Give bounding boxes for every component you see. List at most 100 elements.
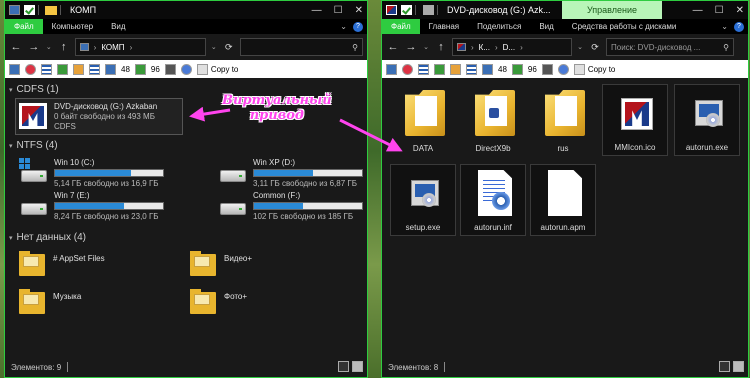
small-icons-icon[interactable] bbox=[482, 63, 493, 75]
group-header-nodata[interactable]: ▾ Нет данных (4) bbox=[9, 232, 86, 243]
icon-size-48[interactable]: 48 bbox=[498, 65, 507, 74]
icon-size-48[interactable]: 48 bbox=[121, 65, 130, 74]
file-item[interactable]: autorun.apm bbox=[530, 164, 596, 236]
drive-item[interactable]: Win 10 (C:) 5,14 ГБ свободно из 16,9 ГБ bbox=[19, 158, 169, 190]
search-input[interactable] bbox=[611, 42, 724, 52]
content-view-icon[interactable] bbox=[466, 63, 477, 75]
list-view-icon[interactable] bbox=[450, 63, 461, 75]
chevron-right-icon[interactable]: › bbox=[495, 43, 498, 52]
breadcrumb-komp[interactable]: КОМП bbox=[101, 43, 124, 52]
file-item[interactable]: autorun.exe bbox=[674, 84, 740, 156]
refresh-icon[interactable]: ⟳ bbox=[588, 42, 602, 53]
address-bar[interactable]: › К... › D... › bbox=[452, 38, 572, 56]
properties-icon[interactable] bbox=[401, 5, 412, 15]
large-icons-icon[interactable] bbox=[511, 63, 523, 75]
icon-size-96[interactable]: 96 bbox=[151, 65, 160, 74]
dvd-drive-icon[interactable] bbox=[386, 5, 397, 15]
close-icon[interactable]: ✕ bbox=[736, 5, 744, 16]
search-box[interactable]: ⚲ bbox=[239, 38, 363, 56]
expand-ribbon-icon[interactable]: ⌄ bbox=[340, 22, 347, 31]
tiles-view-icon[interactable] bbox=[57, 63, 68, 75]
details-view-button[interactable] bbox=[338, 361, 349, 372]
new-folder-icon[interactable] bbox=[45, 5, 57, 15]
blank-icon[interactable] bbox=[423, 5, 434, 15]
collapse-icon[interactable]: ▾ bbox=[9, 86, 13, 94]
tab-manage-contextual[interactable]: Управление bbox=[562, 1, 662, 19]
group-header-cdfs[interactable]: ▾ CDFS (1) bbox=[9, 84, 59, 95]
drive-item[interactable]: Common (F:) 102 ГБ свободно из 185 ГБ bbox=[218, 191, 368, 223]
tab-share[interactable]: Поделиться bbox=[468, 19, 530, 34]
address-dropdown-icon[interactable]: ⌄ bbox=[210, 43, 218, 51]
drive-tile-dvd[interactable]: DVD-дисковод (G:) Azkaban 0 байт свободн… bbox=[15, 98, 183, 135]
help-icon[interactable]: ? bbox=[353, 21, 363, 32]
minimize-icon[interactable]: — bbox=[693, 5, 703, 16]
explorer-icon[interactable] bbox=[9, 5, 20, 15]
forward-icon[interactable]: → bbox=[404, 41, 418, 53]
details-view-icon[interactable] bbox=[418, 63, 429, 75]
breadcrumb-dvd[interactable]: D... bbox=[503, 43, 515, 52]
minimize-icon[interactable]: — bbox=[312, 5, 322, 16]
back-icon[interactable]: ← bbox=[9, 41, 23, 53]
tab-drive-tools[interactable]: Средства работы с дисками bbox=[563, 19, 686, 34]
file-item[interactable]: autorun.inf bbox=[460, 164, 526, 236]
upload-icon[interactable] bbox=[180, 63, 192, 75]
title-bar[interactable]: КОМП — ☐ ✕ bbox=[5, 1, 367, 19]
close-icon[interactable]: ✕ bbox=[355, 5, 363, 16]
media-icon[interactable] bbox=[25, 63, 36, 75]
tab-view[interactable]: Вид bbox=[530, 19, 562, 34]
tab-file[interactable]: Файл bbox=[5, 19, 43, 34]
layout-icon[interactable] bbox=[386, 63, 397, 75]
address-bar[interactable]: › КОМП › bbox=[74, 38, 206, 56]
maximize-icon[interactable]: ☐ bbox=[715, 5, 724, 16]
group-header-ntfs[interactable]: ▾ NTFS (4) bbox=[9, 140, 58, 151]
folder-item[interactable]: # AppSet Files bbox=[19, 250, 159, 278]
file-item[interactable]: MMIcon.ico bbox=[602, 84, 668, 156]
file-item[interactable]: DATA bbox=[390, 84, 456, 156]
preview-pane-icon[interactable] bbox=[164, 63, 176, 75]
breadcrumb-komp[interactable]: К... bbox=[479, 43, 490, 52]
preview-pane-icon[interactable] bbox=[541, 63, 553, 75]
drive-item[interactable]: Win XP (D:) 3,11 ГБ свободно из 6,87 ГБ bbox=[218, 158, 368, 190]
copy-to-button[interactable]: Copy to bbox=[573, 63, 615, 75]
help-icon[interactable]: ? bbox=[734, 21, 744, 32]
search-icon[interactable]: ⚲ bbox=[352, 43, 358, 52]
drive-item[interactable]: Win 7 (E:) 8,24 ГБ свободно из 23,0 ГБ bbox=[19, 191, 169, 223]
tab-view[interactable]: Вид bbox=[102, 19, 134, 34]
tab-home[interactable]: Главная bbox=[420, 19, 468, 34]
refresh-icon[interactable]: ⟳ bbox=[222, 42, 236, 53]
upload-icon[interactable] bbox=[557, 63, 569, 75]
details-view-button[interactable] bbox=[719, 361, 730, 372]
media-icon[interactable] bbox=[402, 63, 413, 75]
tiles-view-icon[interactable] bbox=[434, 63, 445, 75]
large-icons-view-button[interactable] bbox=[352, 361, 363, 372]
file-item[interactable]: rus bbox=[530, 84, 596, 156]
recent-dropdown-icon[interactable]: ⌄ bbox=[45, 43, 53, 51]
properties-icon[interactable] bbox=[24, 5, 35, 15]
collapse-icon[interactable]: ▾ bbox=[9, 234, 13, 242]
recent-dropdown-icon[interactable]: ⌄ bbox=[422, 43, 430, 51]
file-item[interactable]: setup.exe bbox=[390, 164, 456, 236]
search-box[interactable]: ⚲ bbox=[606, 38, 734, 56]
chevron-right-icon[interactable]: › bbox=[520, 43, 523, 52]
large-icons-icon[interactable] bbox=[134, 63, 146, 75]
large-icons-view-button[interactable] bbox=[733, 361, 744, 372]
folder-item[interactable]: Музыка bbox=[19, 288, 159, 316]
expand-ribbon-icon[interactable]: ⌄ bbox=[721, 22, 728, 31]
chevron-right-icon[interactable]: › bbox=[130, 43, 133, 52]
back-icon[interactable]: ← bbox=[386, 41, 400, 53]
content-view-icon[interactable] bbox=[89, 63, 100, 75]
layout-icon[interactable] bbox=[9, 63, 20, 75]
small-icons-icon[interactable] bbox=[105, 63, 116, 75]
address-dropdown-icon[interactable]: ⌄ bbox=[576, 43, 584, 51]
maximize-icon[interactable]: ☐ bbox=[334, 5, 343, 16]
folder-item[interactable]: Фото+ bbox=[190, 288, 330, 316]
up-icon[interactable]: ↑ bbox=[434, 41, 448, 53]
collapse-icon[interactable]: ▾ bbox=[9, 142, 13, 150]
list-view-icon[interactable] bbox=[73, 63, 84, 75]
title-bar[interactable]: DVD-дисковод (G:) Azk... Управление — ☐ … bbox=[382, 1, 748, 19]
up-icon[interactable]: ↑ bbox=[57, 41, 71, 53]
details-view-icon[interactable] bbox=[41, 63, 52, 75]
tab-file[interactable]: Файл bbox=[382, 19, 420, 34]
folder-item[interactable]: Видео+ bbox=[190, 250, 330, 278]
forward-icon[interactable]: → bbox=[27, 41, 41, 53]
